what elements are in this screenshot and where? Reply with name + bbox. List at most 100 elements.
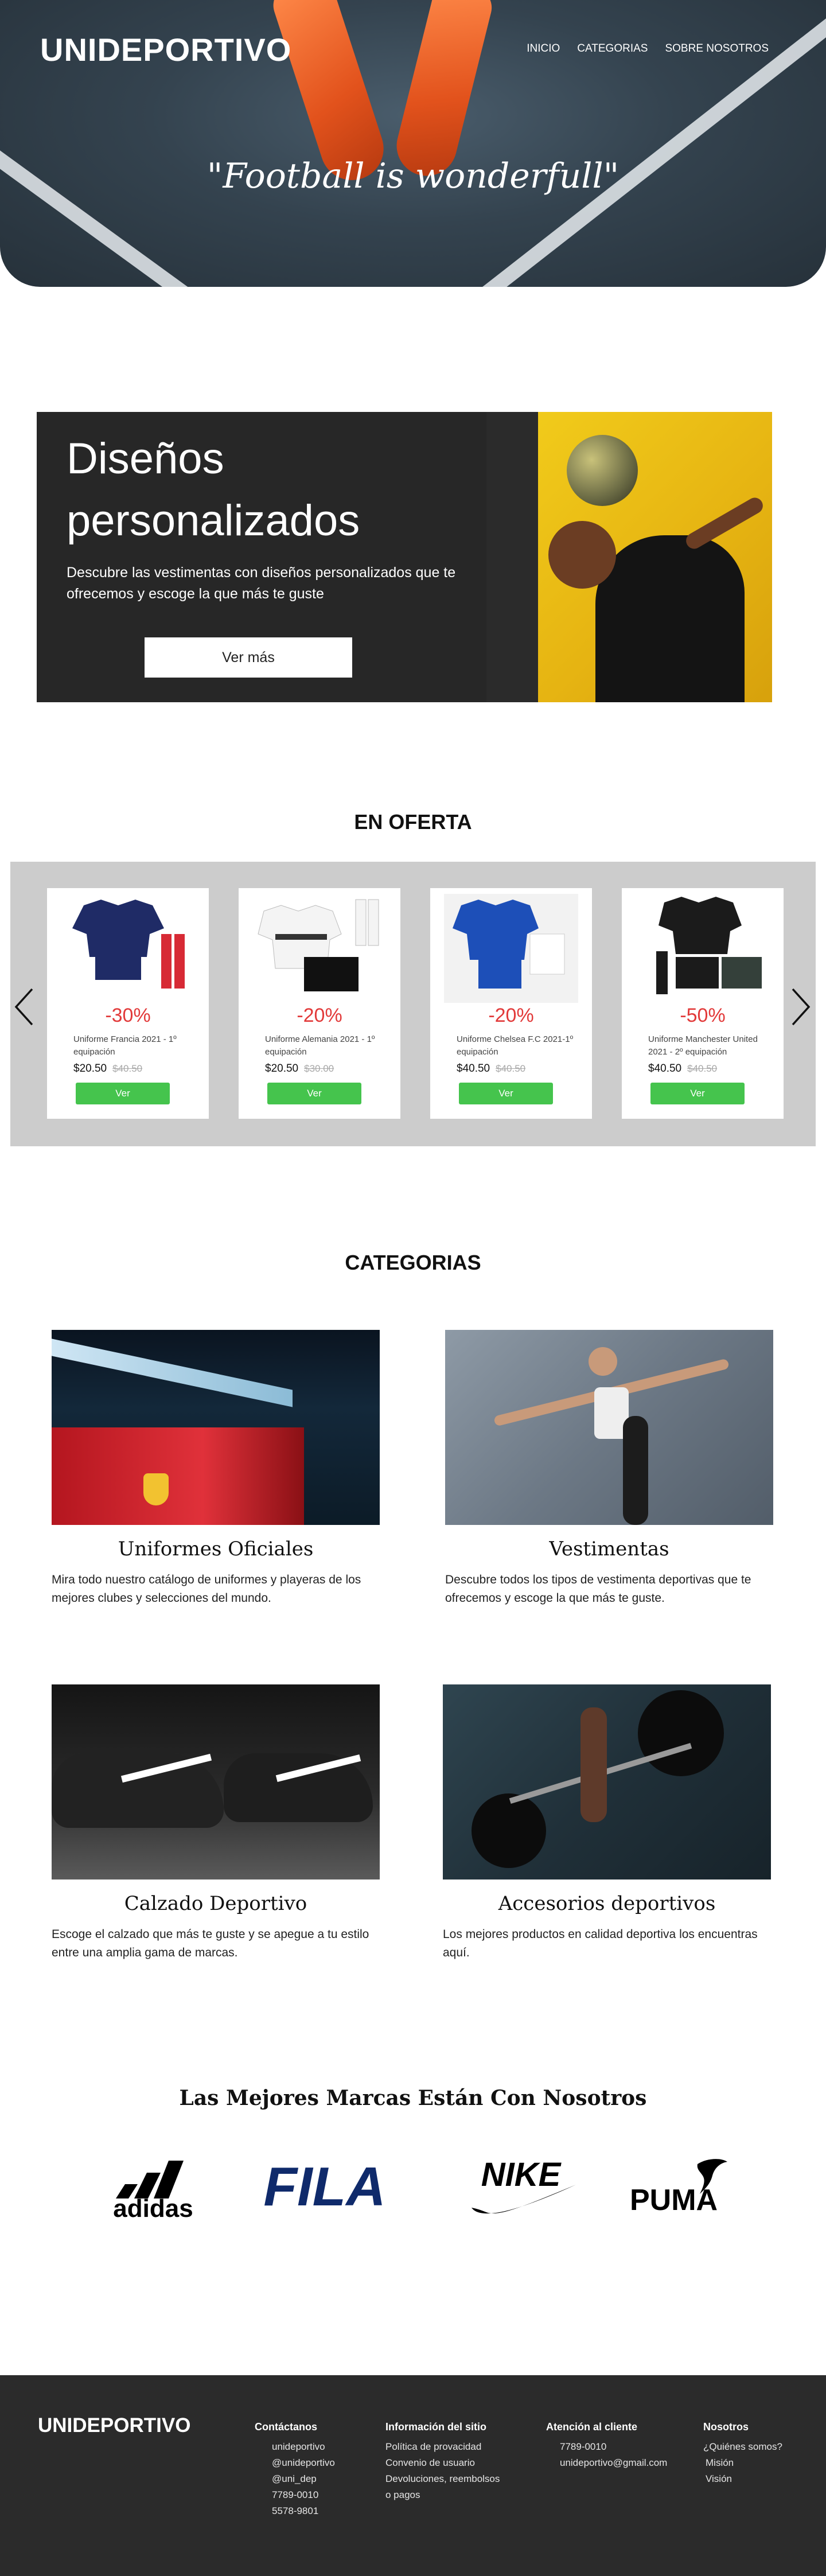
category-name: Uniformes Oficiales	[118, 1538, 314, 1561]
custom-title-line2: personalizados	[67, 496, 360, 545]
player-body	[595, 535, 745, 702]
footer-support: Atención al cliente 7789-0010 unideporti…	[546, 2421, 667, 2471]
footer-support-item[interactable]: 7789-0010	[560, 2439, 667, 2455]
old-price: $40.50	[687, 1063, 718, 1074]
hero-banner: UNIDEPORTIVO INICIO CATEGORIAS SOBRE NOS…	[0, 0, 826, 287]
footer-site-link[interactable]: Devoluciones, reembolsos	[385, 2471, 500, 2487]
nike-wordmark: NIKE	[481, 2156, 562, 2193]
offer-card[interactable]: -30% Uniforme Francia 2021 - 1º equipaci…	[47, 888, 209, 1119]
product-name: Uniforme Manchester United 2021 - 2º equ…	[648, 1034, 758, 1057]
current-price: $40.50	[648, 1063, 682, 1075]
price-group: $40.50 $40.50	[648, 1063, 717, 1075]
nike-logo[interactable]: NIKE	[463, 2153, 578, 2221]
footer-contact-item[interactable]: @uni_dep	[272, 2471, 335, 2487]
player-head	[548, 521, 616, 589]
discount-label: -30%	[105, 1005, 151, 1026]
footer-about-link[interactable]: ¿Quiénes somos?	[703, 2439, 782, 2455]
footer-site-link[interactable]: Convenio de usuario	[385, 2455, 500, 2471]
stadium-image	[52, 1330, 380, 1525]
chelsea-kit-image	[444, 894, 578, 1003]
footer-site-link[interactable]: Política de provacidad	[385, 2439, 500, 2455]
category-card[interactable]: Uniformes Oficiales Mira todo nuestro ca…	[52, 1330, 380, 1608]
player-arm	[683, 495, 766, 552]
nav-inicio[interactable]: INICIO	[527, 42, 560, 55]
custom-designs-panel: Diseños personalizados Descubre las vest…	[37, 412, 772, 702]
manchester-kit-image	[656, 897, 762, 994]
chevron-right-icon	[792, 988, 811, 1026]
price-group: $20.50 $40.50	[73, 1063, 142, 1075]
footer-site-title: Información del sitio	[385, 2421, 487, 2433]
main-nav: INICIO CATEGORIAS SOBRE NOSOTROS	[527, 42, 769, 55]
france-kit-image	[72, 900, 185, 989]
puma-logo-icon: PUMA	[630, 2159, 727, 2217]
ver-mas-button[interactable]: Ver más	[145, 637, 352, 678]
offers-title: EN OFERTA	[354, 810, 472, 834]
adidas-wordmark: adidas	[113, 2194, 193, 2221]
discount-label: -20%	[488, 1005, 534, 1026]
custom-designs-title: Diseños personalizados	[67, 428, 468, 552]
brand-logo[interactable]: UNIDEPORTIVO	[40, 31, 291, 68]
footer-about: Nosotros ¿Quiénes somos? Misión Visión	[703, 2421, 782, 2487]
adidas-logo-icon: adidas	[113, 2161, 193, 2221]
sneakers-image	[52, 1684, 380, 1880]
footer-about-link[interactable]: Misión	[703, 2455, 782, 2471]
footer-contact-item[interactable]: unideportivo	[272, 2439, 335, 2455]
ver-button[interactable]: Ver	[267, 1083, 361, 1104]
category-name: Vestimentas	[549, 1538, 669, 1561]
nike-logo-icon: NIKE	[472, 2156, 576, 2214]
category-card[interactable]: Vestimentas Descubre todos los tipos de …	[445, 1330, 773, 1608]
product-name: Uniforme Alemania 2021 - 1º equipación	[265, 1034, 375, 1057]
footer-about-link[interactable]: Visión	[703, 2471, 782, 2487]
adidas-logo[interactable]: adidas	[99, 2153, 208, 2221]
offer-card[interactable]: -20% Uniforme Chelsea F.C 2021-1º equipa…	[430, 888, 592, 1119]
ver-button[interactable]: Ver	[76, 1083, 170, 1104]
carousel-next-button[interactable]	[789, 987, 812, 1027]
footer-site-info: Información del sitio Política de provac…	[385, 2421, 500, 2503]
footer-about-title: Nosotros	[703, 2421, 749, 2433]
football-boot-image	[390, 0, 496, 182]
price-group: $20.50 $30.00	[265, 1063, 334, 1075]
footer-brand[interactable]: UNIDEPORTIVO	[38, 2414, 190, 2437]
germany-kit-image	[258, 899, 379, 991]
puma-logo[interactable]: PUMA	[629, 2153, 730, 2221]
site-footer: UNIDEPORTIVO Contáctanos unideportivo @u…	[0, 2375, 826, 2576]
categories-title: CATEGORIAS	[345, 1251, 481, 1274]
category-description: Descubre todos los tipos de vestimenta d…	[445, 1573, 751, 1605]
ver-button[interactable]: Ver	[650, 1083, 745, 1104]
offer-card[interactable]: -20% Uniforme Alemania 2021 - 1º equipac…	[239, 888, 400, 1119]
category-description: Mira todo nuestro catálogo de uniformes …	[52, 1573, 361, 1605]
nav-sobre-nosotros[interactable]: SOBRE NOSOTROS	[665, 42, 769, 55]
footer-contact-item[interactable]: @unideportivo	[272, 2455, 335, 2471]
price-group: $40.50 $40.50	[457, 1063, 525, 1075]
old-price: $30.00	[304, 1063, 334, 1074]
soccer-ball-image	[567, 435, 638, 506]
fila-logo[interactable]: FILA	[257, 2153, 392, 2221]
category-name: Calzado Deportivo	[124, 1892, 307, 1915]
footer-support-item[interactable]: unideportivo@gmail.com	[560, 2455, 667, 2471]
category-description: Escoge el calzado que más te guste y se …	[52, 1928, 369, 1959]
footer-support-title: Atención al cliente	[546, 2421, 638, 2433]
offer-card[interactable]: -50% Uniforme Manchester United 2021 - 2…	[622, 888, 784, 1119]
footer-contact-item[interactable]: 5578-9801	[272, 2503, 335, 2519]
discount-label: -20%	[297, 1005, 342, 1026]
fila-logo-icon: FILA	[263, 2156, 385, 2217]
old-price: $40.50	[112, 1063, 143, 1074]
ver-button[interactable]: Ver	[459, 1083, 553, 1104]
old-price: $40.50	[496, 1063, 526, 1074]
category-description: Los mejores productos en calidad deporti…	[443, 1928, 758, 1959]
category-card[interactable]: Calzado Deportivo Escoge el calzado que …	[52, 1684, 380, 1962]
brands-title: Las Mejores Marcas Están Con Nosotros	[179, 2086, 647, 2110]
nav-categorias[interactable]: CATEGORIAS	[577, 42, 648, 55]
yoga-woman-image	[445, 1330, 773, 1525]
current-price: $20.50	[265, 1063, 299, 1075]
carousel-prev-button[interactable]	[13, 987, 36, 1027]
photo-wall	[486, 412, 538, 702]
discount-label: -50%	[680, 1005, 726, 1026]
current-price: $40.50	[457, 1063, 490, 1075]
footer-contact-title: Contáctanos	[255, 2421, 318, 2433]
footer-contact-item[interactable]: 7789-0010	[272, 2487, 335, 2503]
category-card[interactable]: Accesorios deportivos Los mejores produc…	[443, 1684, 771, 1962]
footer-site-link[interactable]: o pagos	[385, 2487, 500, 2503]
custom-designs-description: Descubre las vestimentas con diseños per…	[67, 565, 456, 602]
footer-contact: Contáctanos unideportivo @unideportivo @…	[255, 2421, 335, 2519]
